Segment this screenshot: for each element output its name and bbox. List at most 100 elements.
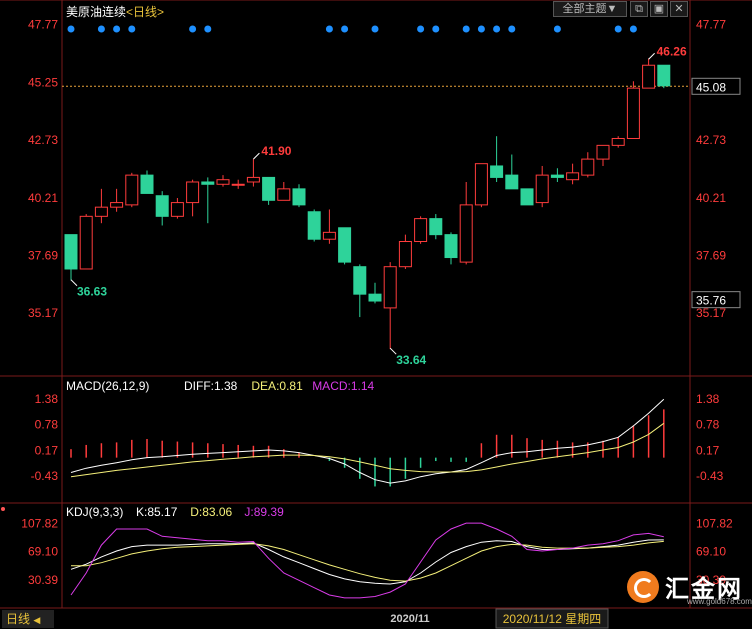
period-tab[interactable]: 日线 ◀ <box>2 610 54 628</box>
kdj-y-tick-right: 107.82 <box>696 516 733 530</box>
macd-dea-line <box>70 422 665 478</box>
y-tick-label-right: 47.77 <box>696 18 726 32</box>
signal-dot <box>97 25 105 33</box>
candle-body <box>429 218 443 236</box>
brand-logo: 汇金网 www.gold678.com <box>627 569 752 607</box>
annotation-pointer <box>253 152 260 160</box>
y-tick-label-right: 42.73 <box>696 133 726 147</box>
kdj-title: KDJ(9,3,3) <box>66 505 123 519</box>
kdj-y-tick: 107.82 <box>21 516 58 530</box>
cursor-date-label: 2020/11/12 星期四 <box>503 612 602 626</box>
macd-legend-macd: MACD:1.14 <box>312 379 374 393</box>
candle-body <box>611 137 625 146</box>
candle-body <box>338 227 352 263</box>
candle-body <box>459 204 473 263</box>
signal-dot <box>189 25 197 33</box>
macd-y-tick-right: -0.43 <box>696 469 724 483</box>
candle-body <box>566 172 580 181</box>
macd-y-tick-right: 0.17 <box>696 443 720 457</box>
candle-body <box>110 202 124 208</box>
candle-body <box>505 174 519 190</box>
kdj-y-tick: 30.39 <box>28 573 58 587</box>
annotation-low: 36.63 <box>77 285 107 299</box>
chart-canvas: 47.7747.7745.2545.2542.7342.7340.2140.21… <box>0 0 752 629</box>
candle-body <box>216 179 230 185</box>
y-tick-label: 42.73 <box>28 133 58 147</box>
period-tab-label: 日线 <box>6 612 31 626</box>
signal-dot <box>477 25 485 33</box>
kdj-legend-j: J:89.39 <box>244 505 284 519</box>
signal-dot <box>67 25 75 33</box>
kdj-y-tick: 69.10 <box>28 545 58 559</box>
macd-y-tick: 0.17 <box>35 443 59 457</box>
macd-y-tick: -0.43 <box>31 469 59 483</box>
signal-dot <box>508 25 516 33</box>
candle-body <box>657 64 671 87</box>
candle-body <box>444 234 458 259</box>
candle-body <box>94 206 108 217</box>
y-tick-label: 47.77 <box>28 18 58 32</box>
candle-body <box>642 64 656 89</box>
instrument-name[interactable]: 美原油连续<日线> <box>66 3 164 20</box>
y-tick-label-right: 37.69 <box>696 248 726 262</box>
y-tick-label-right: 35.17 <box>696 306 726 320</box>
candle-body <box>626 87 640 139</box>
kdj-legend-d: D:83.06 <box>190 505 232 519</box>
signal-dot <box>371 25 379 33</box>
period-label[interactable]: <日线> <box>126 5 164 19</box>
candle-body <box>520 188 534 206</box>
candle-body <box>292 188 306 206</box>
instrument-label: 美原油连续 <box>66 5 127 19</box>
candle-body <box>596 144 610 160</box>
y-tick-label-right: 40.21 <box>696 191 726 205</box>
macd-legend-dea: DEA:0.81 <box>251 379 303 393</box>
signal-dot <box>128 25 136 33</box>
signal-dot <box>462 25 470 33</box>
theme-dropdown[interactable]: 全部主题▼ <box>553 1 627 17</box>
maximize-icon[interactable]: ▣ <box>650 1 668 17</box>
signal-dot <box>113 25 121 33</box>
signal-dot <box>417 25 425 33</box>
macd-diff-line <box>70 398 665 484</box>
macd-y-tick: 1.38 <box>35 392 59 406</box>
candle-body <box>246 176 260 183</box>
candle-body <box>277 188 291 201</box>
signal-dot <box>493 25 501 33</box>
annotation-pointer <box>648 52 655 60</box>
candle-body <box>64 234 78 270</box>
y-tick-label: 35.17 <box>28 306 58 320</box>
signal-dot <box>432 25 440 33</box>
last-price-label: 45.08 <box>696 80 726 94</box>
kdj-k-line <box>70 539 664 585</box>
kdj-j-line <box>70 522 664 599</box>
candle-body <box>383 266 397 309</box>
macd-y-tick-right: 1.38 <box>696 392 720 406</box>
signal-dot <box>629 25 637 33</box>
candle-body <box>353 266 367 295</box>
signal-dot <box>553 25 561 33</box>
candle-body <box>398 241 412 268</box>
period-tab-arrow-icon: ◀ <box>33 615 41 625</box>
candle-body <box>201 181 215 185</box>
kdj-legend-k: K:85.17 <box>136 505 178 519</box>
kdj-y-tick-right: 69.10 <box>696 545 726 559</box>
candle-body <box>322 231 336 240</box>
price-marker-label: 35.76 <box>696 294 726 308</box>
pane-marker-icon <box>1 507 5 511</box>
candle-body <box>125 174 139 206</box>
candle-body <box>535 174 549 204</box>
candle-body <box>170 202 184 217</box>
date-axis-label: 2020/11 <box>390 613 429 625</box>
candle-body <box>414 218 428 243</box>
restore-icon[interactable]: ⧉ <box>630 1 648 17</box>
macd-title: MACD(26,12,9) <box>66 379 149 393</box>
candle-body <box>79 215 93 270</box>
signal-dot <box>325 25 333 33</box>
close-icon[interactable]: ✕ <box>670 1 688 17</box>
candle-body <box>307 211 321 240</box>
annotation-high: 41.90 <box>261 144 291 158</box>
y-tick-label: 45.25 <box>28 75 58 89</box>
candle-body <box>262 176 276 201</box>
candle-body <box>550 174 564 178</box>
y-tick-label: 40.21 <box>28 191 58 205</box>
